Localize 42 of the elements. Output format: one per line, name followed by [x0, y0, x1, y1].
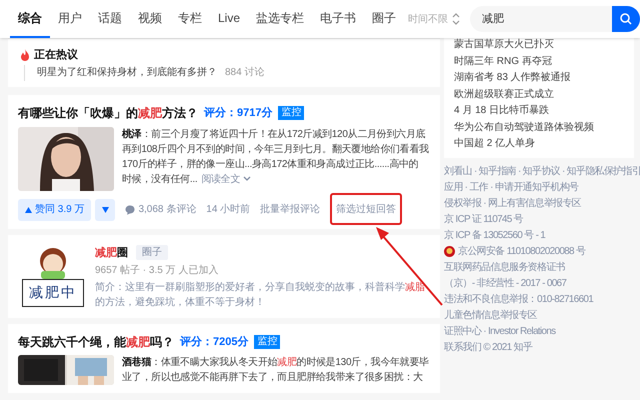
- downvote-button[interactable]: [95, 198, 116, 220]
- monitor-badge: 监控: [254, 334, 280, 349]
- hot-search-link[interactable]: 蒙古国草原大火已扑灭: [454, 37, 554, 54]
- hot-search-link[interactable]: 中国超 2 亿人单身: [454, 136, 536, 152]
- discussion-link[interactable]: 明星为了红和保持身材，到底能有多拼？: [37, 65, 217, 81]
- section-heading: 正在热议: [34, 48, 78, 63]
- search-tab[interactable]: 专栏: [170, 0, 210, 38]
- hot-search-link[interactable]: 欧洲超级联赛正式成立: [454, 86, 554, 103]
- question-title[interactable]: 每天跳六千个绳，能减肥吗？: [18, 334, 174, 350]
- timestamp: 14 小时前: [206, 202, 250, 217]
- hot-search-link[interactable]: 华为公布自动驾驶道路体验视频: [454, 120, 594, 136]
- search-icon: [620, 13, 632, 25]
- hot-search-link[interactable]: 4 月 18 日比特币暴跌: [454, 103, 550, 120]
- monitor-badge: 监控: [278, 106, 304, 120]
- upvote-button[interactable]: 赞同 3.9 万: [18, 198, 92, 220]
- discussion-count: 884 讨论: [225, 66, 264, 80]
- triangle-up-icon: [25, 206, 32, 212]
- sort-arrows-icon: [452, 13, 460, 25]
- score-text: 评分：7205分: [180, 334, 248, 350]
- hot-search-link[interactable]: 湖南省考 83 人作弊被通报: [454, 70, 571, 86]
- cartoon-avatar-drawing: 减肥中: [22, 246, 84, 306]
- search-tab[interactable]: 圈子: [364, 0, 404, 38]
- circle-tag: 圈子: [136, 245, 168, 260]
- hot-search-link[interactable]: 时隔三年 RNG 再夺冠: [454, 54, 552, 70]
- question-title[interactable]: 有哪些让你「吹爆」的减肥方法？: [18, 105, 198, 122]
- search-tab[interactable]: 电子书: [312, 0, 364, 38]
- speech-bubble-icon: [125, 204, 136, 214]
- triangle-down-icon: [102, 206, 109, 212]
- circle-name[interactable]: 减肥圈: [95, 244, 128, 260]
- circle-stats: 9657 帖子 · 3.5 万 人已加入: [95, 264, 218, 278]
- search-button[interactable]: [612, 6, 640, 32]
- chevron-down-icon: [243, 176, 252, 182]
- flame-icon: [20, 49, 30, 61]
- search-tab[interactable]: 话题: [90, 0, 130, 38]
- search-field[interactable]: 减肥: [470, 6, 640, 32]
- answer-excerpt: 酒巷猫：体重不瞒大家我从冬天开始减肥的时候是130斤，我今年就要毕 业了，所以也感觉不能再胖下去了，而且肥胖给我带来了很多困扰：大: [122, 356, 429, 385]
- answer-excerpt: 桃泽：前三个月瘦了将近四十斤！在从172斤减到120从二月份到六月底 再到108斤四个月不到的时间，今年三月到七月。翻天覆地给你们看看我 170斤的样子，胖的像一座山...身高172体重和身高成过正比......高中的 时候，没有任何... 阅读全文: [122, 128, 429, 186]
- search-tab[interactable]: 盐选专栏: [248, 0, 312, 38]
- search-tab[interactable]: 用户: [50, 0, 90, 38]
- score-text: 评分：9717分: [204, 106, 272, 121]
- search-tab[interactable]: Live: [210, 0, 248, 38]
- search-tab[interactable]: 视频: [130, 0, 170, 38]
